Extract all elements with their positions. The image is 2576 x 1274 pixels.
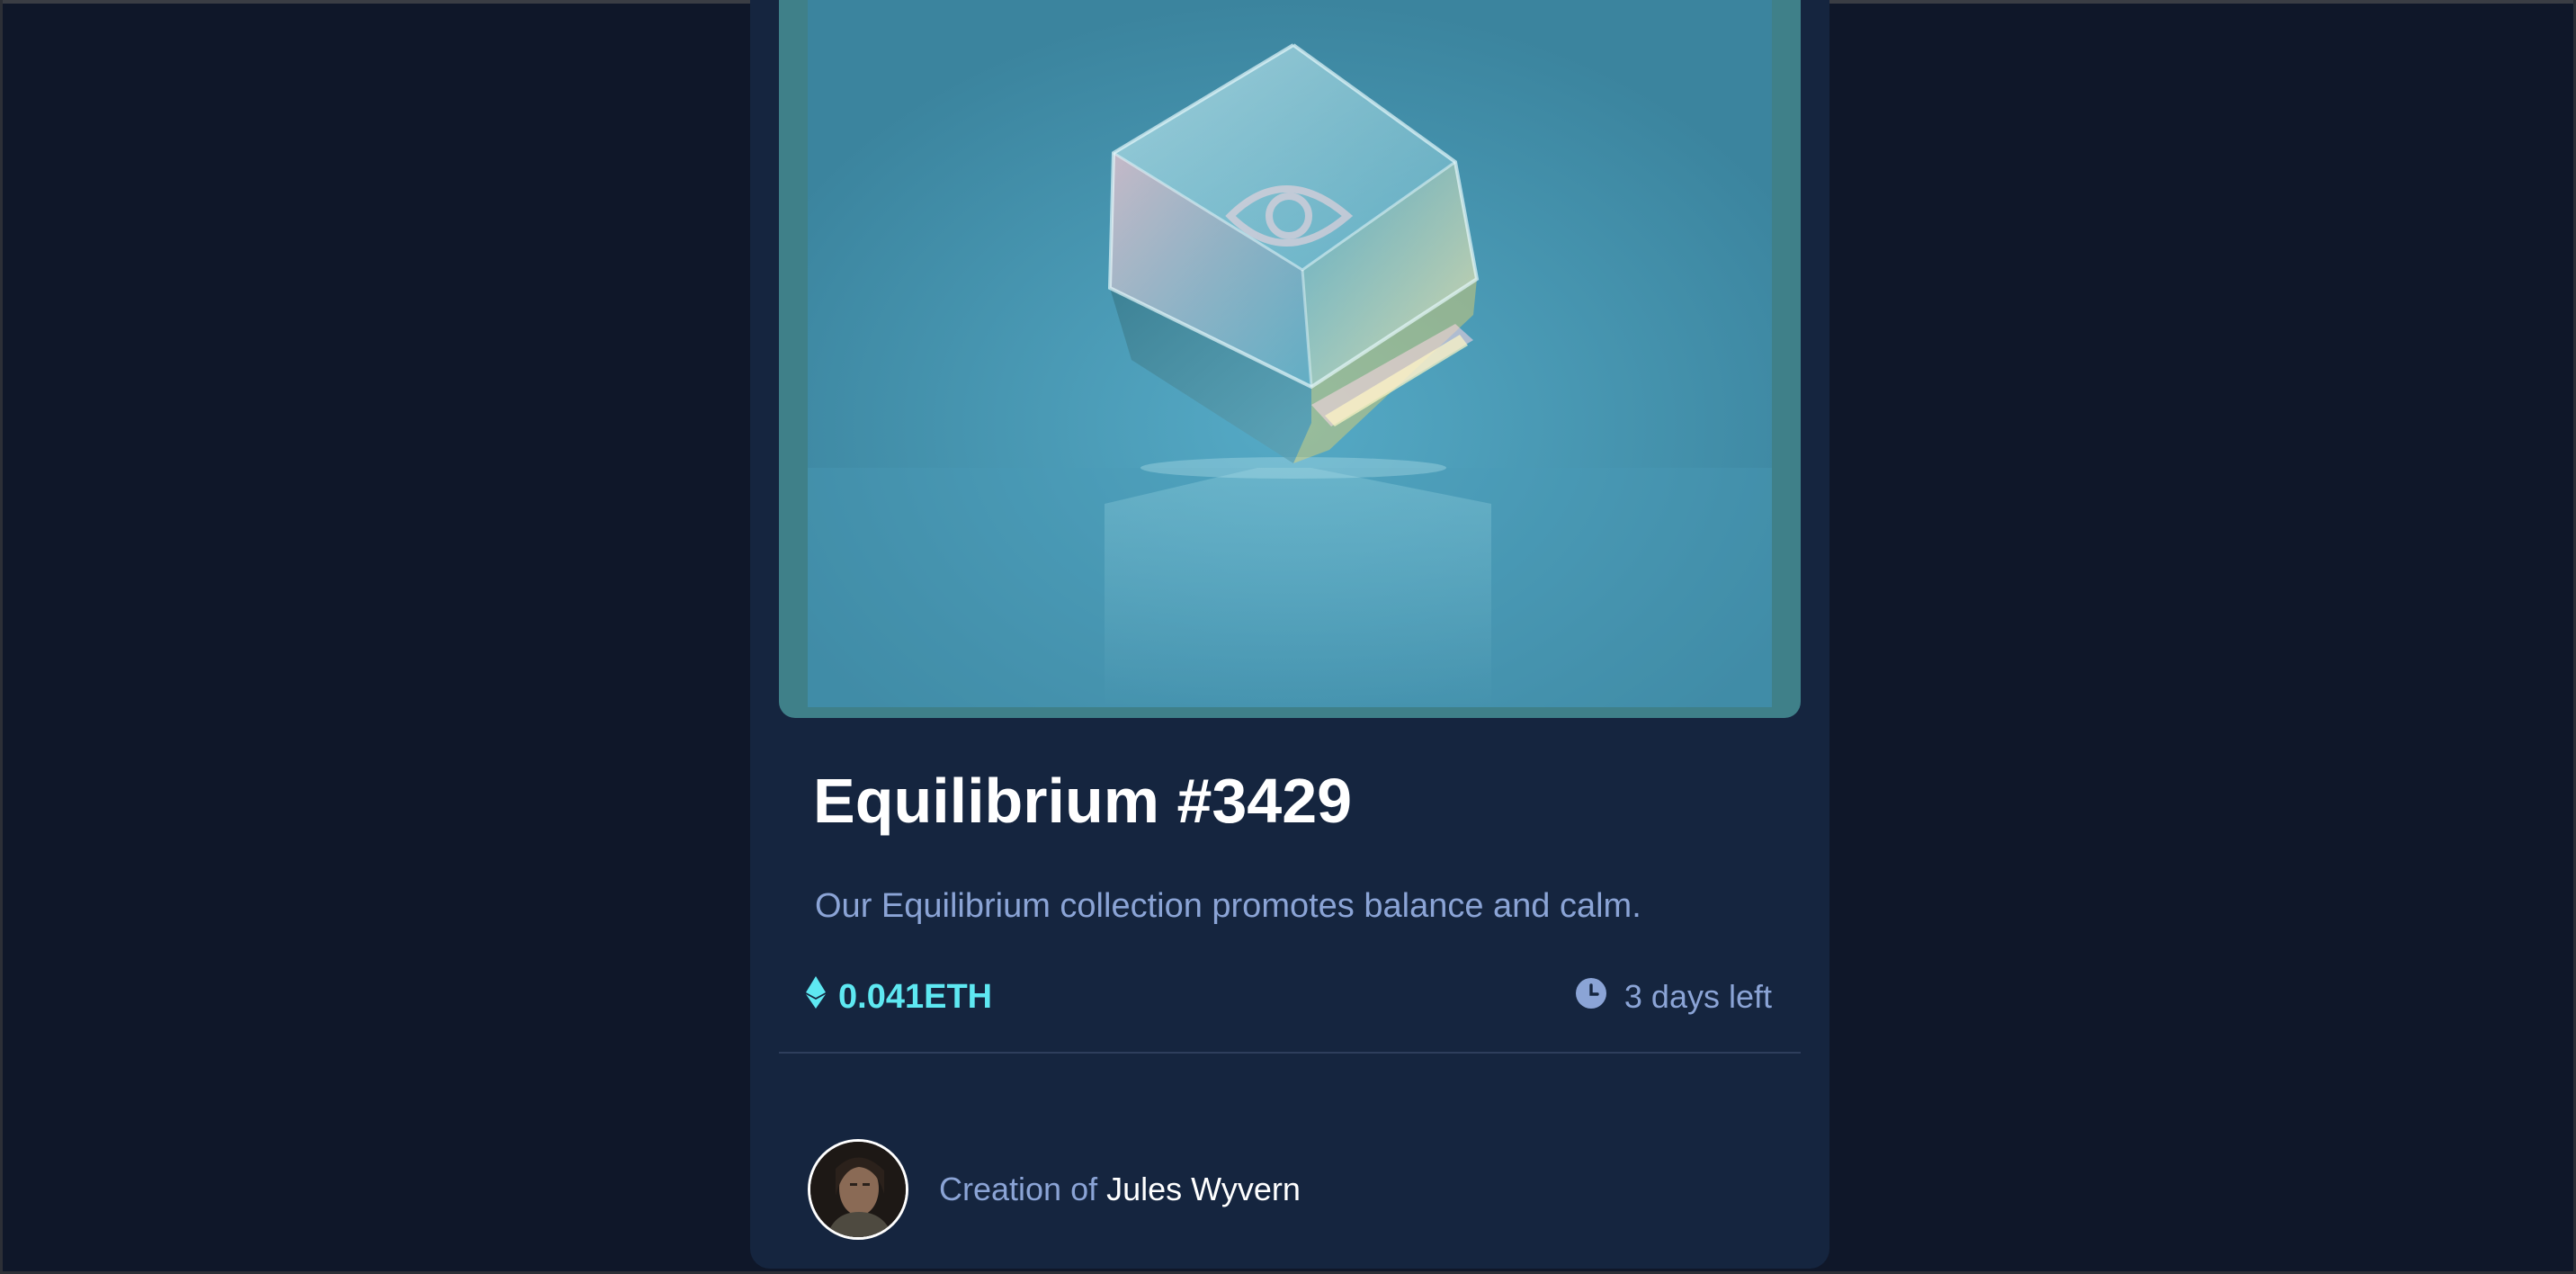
clock-icon: [1575, 977, 1606, 1017]
avatar[interactable]: [808, 1139, 908, 1240]
nft-description: Our Equilibrium collection promotes bala…: [815, 887, 1641, 925]
creator-name-link[interactable]: Jules Wyvern: [1106, 1171, 1301, 1207]
nft-price: 0.041ETH: [838, 977, 993, 1016]
time-left-info: 3 days left: [1575, 972, 1772, 1022]
window-left-border: [0, 0, 3, 1274]
price-info: 0.041ETH: [806, 972, 992, 1022]
nft-preview-card: Equilibrium #3429 Our Equilibrium collec…: [750, 0, 1829, 1269]
ethereum-icon: [806, 976, 826, 1018]
nft-image-container[interactable]: [779, 0, 1801, 718]
card-divider: [779, 1052, 1801, 1054]
avatar-image: [810, 1142, 906, 1237]
creator-prefix: Creation of: [939, 1171, 1107, 1207]
creator-credit: Creation of Jules Wyvern: [939, 1171, 1301, 1208]
creator-info: Creation of Jules Wyvern: [808, 1139, 1301, 1240]
equilibrium-cube-image: [808, 0, 1772, 707]
nft-stats: 0.041ETH 3 days left: [806, 972, 1772, 1026]
nft-title[interactable]: Equilibrium #3429: [813, 761, 1352, 840]
time-left-text: 3 days left: [1623, 978, 1772, 1015]
nft-image[interactable]: [808, 0, 1772, 707]
